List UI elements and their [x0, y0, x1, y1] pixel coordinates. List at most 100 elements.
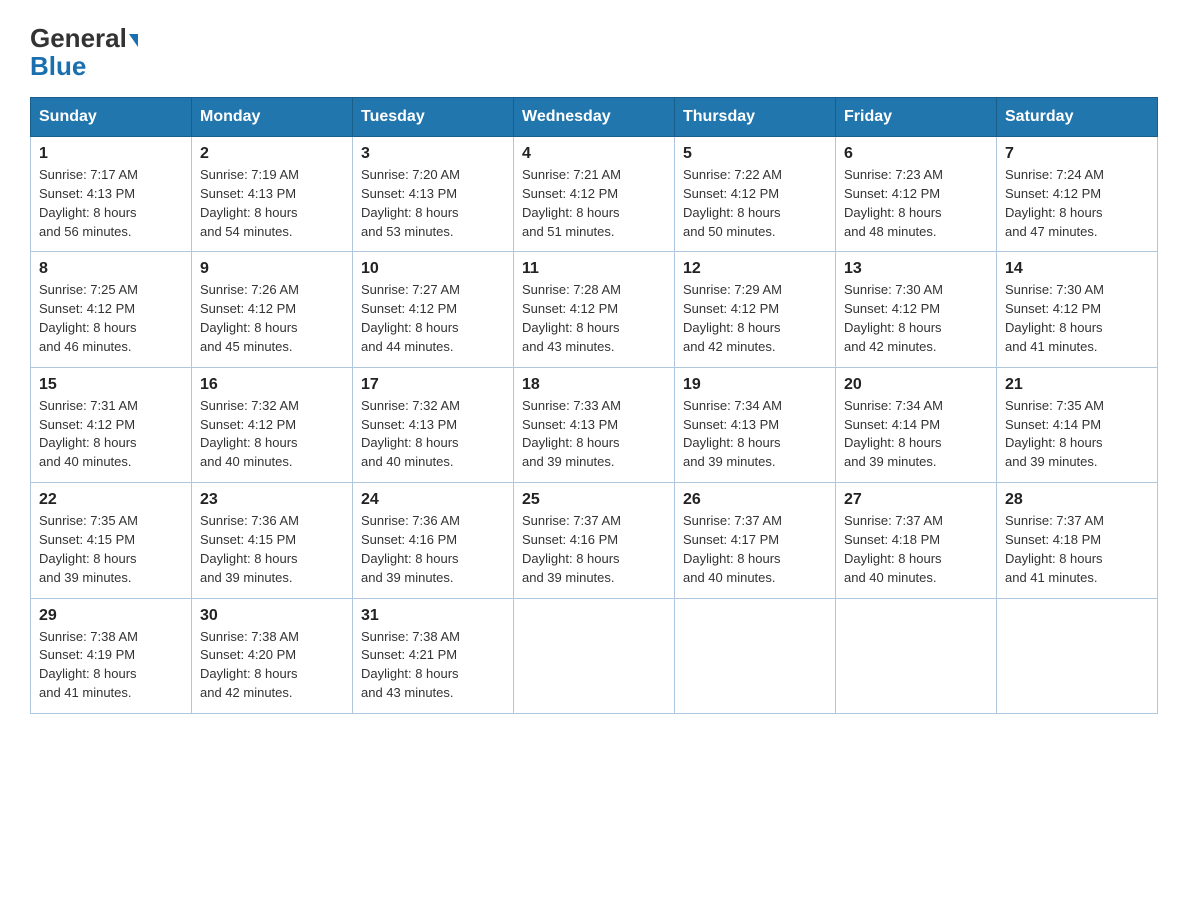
day-info: Sunrise: 7:35 AMSunset: 4:14 PMDaylight:… [1005, 397, 1149, 472]
day-number: 28 [1005, 491, 1149, 509]
day-number: 26 [683, 491, 827, 509]
weekday-friday: Friday [836, 98, 997, 137]
calendar-cell: 3 Sunrise: 7:20 AMSunset: 4:13 PMDaylight… [353, 137, 514, 252]
day-number: 10 [361, 260, 505, 278]
calendar-cell: 5 Sunrise: 7:22 AMSunset: 4:12 PMDaylight… [675, 137, 836, 252]
calendar-cell: 7 Sunrise: 7:24 AMSunset: 4:12 PMDaylight… [997, 137, 1158, 252]
page-header: General Blue [30, 20, 1158, 79]
day-number: 24 [361, 491, 505, 509]
day-number: 22 [39, 491, 183, 509]
calendar-table: SundayMondayTuesdayWednesdayThursdayFrid… [30, 97, 1158, 714]
day-info: Sunrise: 7:22 AMSunset: 4:12 PMDaylight:… [683, 166, 827, 241]
day-info: Sunrise: 7:36 AMSunset: 4:15 PMDaylight:… [200, 512, 344, 587]
calendar-cell: 28 Sunrise: 7:37 AMSunset: 4:18 PMDayligh… [997, 483, 1158, 598]
day-info: Sunrise: 7:32 AMSunset: 4:13 PMDaylight:… [361, 397, 505, 472]
calendar-cell: 1 Sunrise: 7:17 AMSunset: 4:13 PMDaylight… [31, 137, 192, 252]
calendar-cell: 29Sunrise: 7:38 AMSunset: 4:19 PMDayligh… [31, 598, 192, 713]
weekday-saturday: Saturday [997, 98, 1158, 137]
day-number: 13 [844, 260, 988, 278]
day-number: 21 [1005, 376, 1149, 394]
calendar-cell: 9Sunrise: 7:26 AMSunset: 4:12 PMDaylight… [192, 252, 353, 367]
day-info: Sunrise: 7:31 AMSunset: 4:12 PMDaylight:… [39, 397, 183, 472]
day-number: 7 [1005, 145, 1149, 163]
calendar-cell [997, 598, 1158, 713]
calendar-cell: 19 Sunrise: 7:34 AMSunset: 4:13 PMDayligh… [675, 367, 836, 482]
day-info: Sunrise: 7:32 AMSunset: 4:12 PMDaylight:… [200, 397, 344, 472]
calendar-cell [675, 598, 836, 713]
calendar-cell: 24 Sunrise: 7:36 AMSunset: 4:16 PMDayligh… [353, 483, 514, 598]
calendar-cell: 30 Sunrise: 7:38 AMSunset: 4:20 PMDayligh… [192, 598, 353, 713]
calendar-cell: 23 Sunrise: 7:36 AMSunset: 4:15 PMDayligh… [192, 483, 353, 598]
calendar-cell: 17 Sunrise: 7:32 AMSunset: 4:13 PMDayligh… [353, 367, 514, 482]
day-info: Sunrise: 7:35 AMSunset: 4:15 PMDaylight:… [39, 512, 183, 587]
day-number: 25 [522, 491, 666, 509]
day-number: 4 [522, 145, 666, 163]
day-info: Sunrise: 7:24 AMSunset: 4:12 PMDaylight:… [1005, 166, 1149, 241]
day-number: 3 [361, 145, 505, 163]
calendar-cell: 2Sunrise: 7:19 AMSunset: 4:13 PMDaylight… [192, 137, 353, 252]
calendar-body: 1 Sunrise: 7:17 AMSunset: 4:13 PMDaylight… [31, 137, 1158, 714]
week-row-4: 22 Sunrise: 7:35 AMSunset: 4:15 PMDayligh… [31, 483, 1158, 598]
day-number: 16 [200, 376, 344, 394]
day-number: 6 [844, 145, 988, 163]
day-info: Sunrise: 7:38 AMSunset: 4:19 PMDaylight:… [39, 628, 183, 703]
day-info: Sunrise: 7:29 AMSunset: 4:12 PMDaylight:… [683, 281, 827, 356]
calendar-cell: 25 Sunrise: 7:37 AMSunset: 4:16 PMDayligh… [514, 483, 675, 598]
day-number: 30 [200, 607, 344, 625]
day-number: 27 [844, 491, 988, 509]
weekday-sunday: Sunday [31, 98, 192, 137]
calendar-cell: 22 Sunrise: 7:35 AMSunset: 4:15 PMDayligh… [31, 483, 192, 598]
week-row-3: 15 Sunrise: 7:31 AMSunset: 4:12 PMDayligh… [31, 367, 1158, 482]
day-info: Sunrise: 7:20 AMSunset: 4:13 PMDaylight:… [361, 166, 505, 241]
day-info: Sunrise: 7:37 AMSunset: 4:18 PMDaylight:… [1005, 512, 1149, 587]
day-number: 19 [683, 376, 827, 394]
weekday-wednesday: Wednesday [514, 98, 675, 137]
calendar-cell: 31 Sunrise: 7:38 AMSunset: 4:21 PMDayligh… [353, 598, 514, 713]
weekday-tuesday: Tuesday [353, 98, 514, 137]
day-number: 18 [522, 376, 666, 394]
day-info: Sunrise: 7:23 AMSunset: 4:12 PMDaylight:… [844, 166, 988, 241]
week-row-5: 29Sunrise: 7:38 AMSunset: 4:19 PMDayligh… [31, 598, 1158, 713]
calendar-cell: 27 Sunrise: 7:37 AMSunset: 4:18 PMDayligh… [836, 483, 997, 598]
calendar-cell: 18Sunrise: 7:33 AMSunset: 4:13 PMDayligh… [514, 367, 675, 482]
week-row-1: 1 Sunrise: 7:17 AMSunset: 4:13 PMDaylight… [31, 137, 1158, 252]
calendar-cell: 8 Sunrise: 7:25 AMSunset: 4:12 PMDaylight… [31, 252, 192, 367]
calendar-cell: 10 Sunrise: 7:27 AMSunset: 4:12 PMDayligh… [353, 252, 514, 367]
day-number: 5 [683, 145, 827, 163]
calendar-cell [514, 598, 675, 713]
logo-general: General [30, 25, 138, 51]
day-number: 20 [844, 376, 988, 394]
day-number: 17 [361, 376, 505, 394]
day-info: Sunrise: 7:37 AMSunset: 4:18 PMDaylight:… [844, 512, 988, 587]
day-info: Sunrise: 7:25 AMSunset: 4:12 PMDaylight:… [39, 281, 183, 356]
day-info: Sunrise: 7:36 AMSunset: 4:16 PMDaylight:… [361, 512, 505, 587]
day-number: 14 [1005, 260, 1149, 278]
day-number: 23 [200, 491, 344, 509]
logo: General Blue [30, 20, 138, 79]
day-number: 15 [39, 376, 183, 394]
day-info: Sunrise: 7:26 AMSunset: 4:12 PMDaylight:… [200, 281, 344, 356]
day-info: Sunrise: 7:27 AMSunset: 4:12 PMDaylight:… [361, 281, 505, 356]
week-row-2: 8 Sunrise: 7:25 AMSunset: 4:12 PMDaylight… [31, 252, 1158, 367]
weekday-thursday: Thursday [675, 98, 836, 137]
weekday-monday: Monday [192, 98, 353, 137]
calendar-cell: 21 Sunrise: 7:35 AMSunset: 4:14 PMDayligh… [997, 367, 1158, 482]
day-number: 2 [200, 145, 344, 163]
day-number: 31 [361, 607, 505, 625]
weekday-header-row: SundayMondayTuesdayWednesdayThursdayFrid… [31, 98, 1158, 137]
calendar-cell: 15 Sunrise: 7:31 AMSunset: 4:12 PMDayligh… [31, 367, 192, 482]
calendar-cell: 20Sunrise: 7:34 AMSunset: 4:14 PMDayligh… [836, 367, 997, 482]
day-info: Sunrise: 7:37 AMSunset: 4:16 PMDaylight:… [522, 512, 666, 587]
day-number: 1 [39, 145, 183, 163]
day-info: Sunrise: 7:17 AMSunset: 4:13 PMDaylight:… [39, 166, 183, 241]
calendar-cell: 13 Sunrise: 7:30 AMSunset: 4:12 PMDayligh… [836, 252, 997, 367]
day-info: Sunrise: 7:34 AMSunset: 4:13 PMDaylight:… [683, 397, 827, 472]
day-info: Sunrise: 7:38 AMSunset: 4:21 PMDaylight:… [361, 628, 505, 703]
day-info: Sunrise: 7:30 AMSunset: 4:12 PMDaylight:… [1005, 281, 1149, 356]
day-info: Sunrise: 7:30 AMSunset: 4:12 PMDaylight:… [844, 281, 988, 356]
day-number: 8 [39, 260, 183, 278]
day-info: Sunrise: 7:37 AMSunset: 4:17 PMDaylight:… [683, 512, 827, 587]
calendar-cell: 12Sunrise: 7:29 AMSunset: 4:12 PMDayligh… [675, 252, 836, 367]
day-info: Sunrise: 7:38 AMSunset: 4:20 PMDaylight:… [200, 628, 344, 703]
calendar-cell: 4Sunrise: 7:21 AMSunset: 4:12 PMDaylight… [514, 137, 675, 252]
